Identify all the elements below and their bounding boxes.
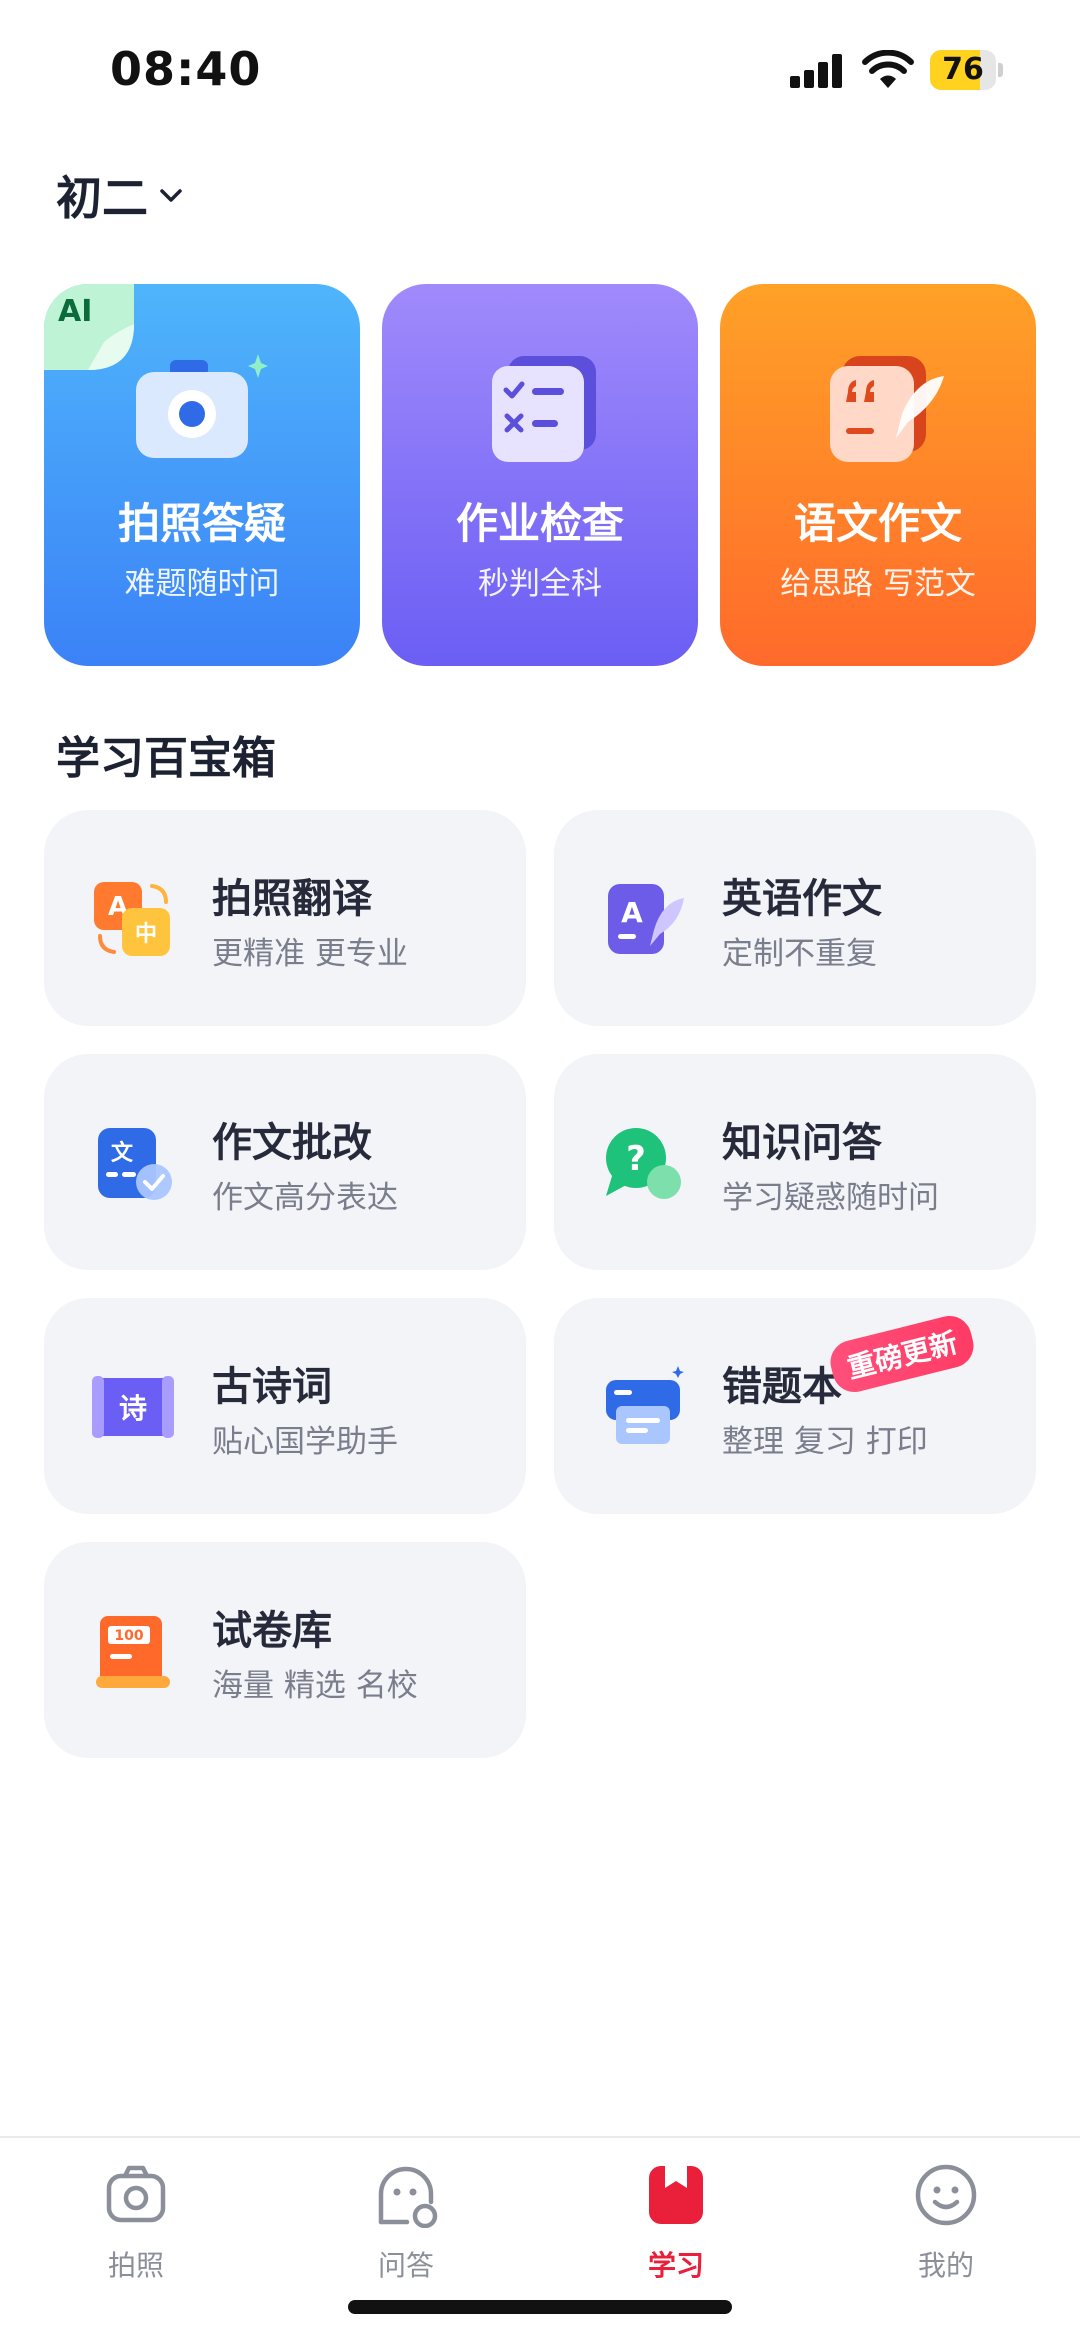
svg-text:A: A xyxy=(621,896,643,929)
camera-icon xyxy=(136,354,268,458)
tool-title: 古诗词 xyxy=(212,1364,332,1410)
feature-photo-qa[interactable]: AI 拍照答疑 难题随时问 xyxy=(44,284,360,666)
bookmark-book-icon xyxy=(649,2166,703,2224)
tool-title: 知识问答 xyxy=(722,1120,882,1166)
tab-study[interactable]: 学习 xyxy=(596,2162,756,2284)
feature-subtitle: 秒判全科 xyxy=(478,566,602,602)
tab-mine[interactable]: 我的 xyxy=(866,2162,1026,2284)
question-bubble-icon: ? xyxy=(606,1128,681,1199)
feature-homework-check[interactable]: 作业检查 秒判全科 xyxy=(382,284,698,666)
tool-photo-translate[interactable]: A 中 拍照翻译 更精准 更专业 xyxy=(44,810,526,1026)
tool-title: 错题本 xyxy=(722,1364,842,1410)
battery-icon: 76 xyxy=(930,50,1004,90)
tool-title: 作文批改 xyxy=(212,1120,372,1166)
quote-feather-icon xyxy=(830,356,944,462)
battery-level: 76 xyxy=(942,52,984,87)
tab-label: 我的 xyxy=(917,2249,974,2282)
tool-title: 试卷库 xyxy=(212,1608,332,1654)
tab-photo[interactable]: 拍照 xyxy=(56,2162,216,2284)
tool-subtitle: 作文高分表达 xyxy=(212,1180,398,1216)
chevron-down-icon xyxy=(160,189,182,202)
tool-exam-library[interactable]: 100 试卷库 海量 精选 名校 xyxy=(44,1542,526,1758)
status-bar: 08:40 76 xyxy=(0,0,1080,140)
feature-subtitle: 难题随时问 xyxy=(124,566,280,602)
tool-subtitle: 海量 精选 名校 xyxy=(212,1668,418,1704)
camera-icon xyxy=(106,2165,166,2223)
feature-title: 作业检查 xyxy=(455,499,624,548)
svg-text:中: 中 xyxy=(135,922,157,947)
english-letter-icon: A xyxy=(608,884,684,954)
poetry-scroll-icon: 诗 xyxy=(92,1376,174,1438)
section-title: 学习百宝箱 xyxy=(56,733,276,784)
cellular-signal-icon xyxy=(790,54,846,88)
feature-title: 拍照答疑 xyxy=(117,499,286,548)
tab-label: 问答 xyxy=(377,2249,434,2282)
svg-text:?: ? xyxy=(626,1139,646,1179)
tool-subtitle: 贴心国学助手 xyxy=(212,1424,398,1460)
checklist-icon xyxy=(492,356,596,462)
tool-subtitle: 定制不重复 xyxy=(722,936,877,972)
tab-label: 拍照 xyxy=(107,2249,164,2282)
tool-title: 拍照翻译 xyxy=(212,876,372,922)
ai-badge-text: AI xyxy=(58,294,93,329)
tool-ancient-poetry[interactable]: 诗 古诗词 贴心国学助手 xyxy=(44,1298,526,1514)
exam-paper-icon: 100 xyxy=(96,1616,170,1688)
wifi-icon xyxy=(862,50,914,88)
tool-subtitle: 学习疑惑随时问 xyxy=(722,1180,939,1216)
svg-text:100: 100 xyxy=(114,1628,143,1644)
translate-icon: A 中 xyxy=(94,882,170,956)
tool-subtitle: 更精准 更专业 xyxy=(212,936,408,972)
printer-icon xyxy=(606,1366,684,1444)
tool-title: 英语作文 xyxy=(722,876,882,922)
smile-face-icon xyxy=(915,2164,977,2226)
svg-text:诗: 诗 xyxy=(119,1392,147,1425)
grade-label: 初二 xyxy=(56,171,148,225)
grade-selector[interactable]: 初二 xyxy=(56,162,186,228)
home-indicator xyxy=(348,2300,732,2314)
feature-title: 语文作文 xyxy=(793,499,962,548)
svg-text:文: 文 xyxy=(111,1140,134,1166)
feature-subtitle: 给思路 写范文 xyxy=(780,566,976,602)
tool-knowledge-qa[interactable]: ? 知识问答 学习疑惑随时问 xyxy=(554,1054,1036,1270)
tab-qa[interactable]: 问答 xyxy=(326,2162,486,2284)
tab-label: 学习 xyxy=(647,2249,704,2282)
essay-check-icon: 文 xyxy=(98,1128,172,1200)
chat-bot-icon xyxy=(378,2166,438,2229)
tool-english-essay[interactable]: A 英语作文 定制不重复 xyxy=(554,810,1036,1026)
tool-essay-correction[interactable]: 文 作文批改 作文高分表达 xyxy=(44,1054,526,1270)
feature-chinese-essay[interactable]: 语文作文 给思路 写范文 xyxy=(720,284,1036,666)
status-time: 08:40 xyxy=(110,42,262,96)
tool-subtitle: 整理 复习 打印 xyxy=(722,1424,928,1460)
